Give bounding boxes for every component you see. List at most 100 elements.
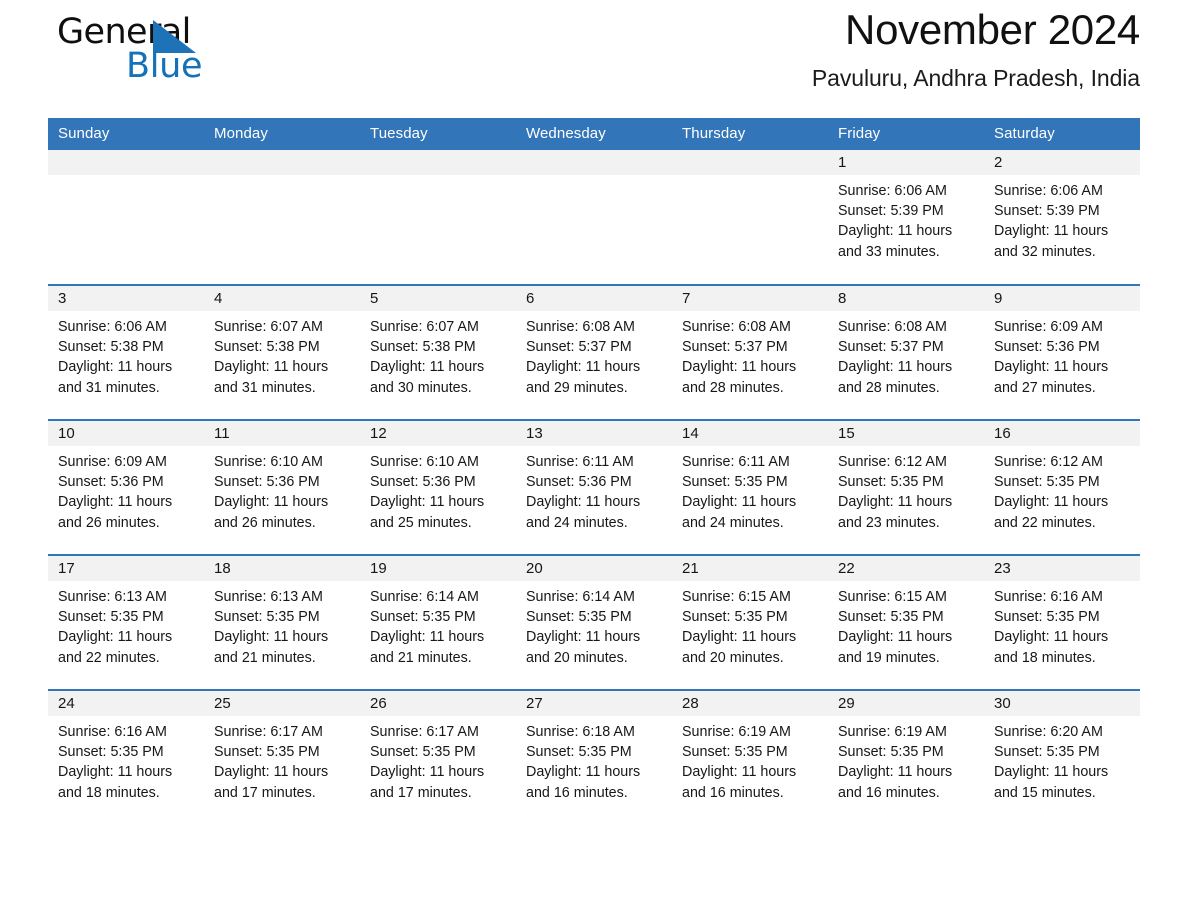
sunset-time: Sunset: 5:38 PM <box>214 339 320 356</box>
calendar-day-cell[interactable]: 8 Sunrise: 6:08 AM Sunset: 5:37 PM Daylight… <box>828 284 984 420</box>
daylight-duration-line1: Daylight: 11 hours <box>214 359 329 376</box>
day-details: Sunrise: 6:15 AM Sunset: 5:35 PM Daylight:… <box>828 581 984 668</box>
calendar-day-cell[interactable]: 26 Sunrise: 6:17 AM Sunset: 5:35 PM Dayligh… <box>360 689 516 825</box>
weekday-header-thursday: Thursday <box>672 118 828 150</box>
sunset-time: Sunset: 5:38 PM <box>370 339 476 356</box>
calendar-day-cell[interactable]: 10 Sunrise: 6:09 AM Sunset: 5:36 PM Dayligh… <box>48 419 204 555</box>
sunrise-time: Sunrise: 6:08 AM <box>682 319 791 335</box>
calendar-day-cell[interactable]: 24 Sunrise: 6:16 AM Sunset: 5:35 PM Dayligh… <box>48 689 204 825</box>
calendar-day-cell[interactable]: 18 Sunrise: 6:13 AM Sunset: 5:35 PM Dayligh… <box>204 554 360 690</box>
daylight-duration-line1: Daylight: 11 hours <box>682 494 797 511</box>
sunset-time: Sunset: 5:35 PM <box>838 744 944 761</box>
day-number: 30 <box>984 691 1140 716</box>
calendar-day-cell[interactable]: 15 Sunrise: 6:12 AM Sunset: 5:35 PM Dayligh… <box>828 419 984 555</box>
calendar-body: 1 Sunrise: 6:06 AM Sunset: 5:39 PM Daylight… <box>48 150 1140 825</box>
daylight-duration-line1: Daylight: 11 hours <box>526 764 641 781</box>
daylight-duration-line2: and 29 minutes. <box>526 379 628 396</box>
daylight-duration-line1: Daylight: 11 hours <box>838 359 953 376</box>
day-details: Sunrise: 6:08 AM Sunset: 5:37 PM Daylight:… <box>516 311 672 398</box>
day-details: Sunrise: 6:07 AM Sunset: 5:38 PM Daylight:… <box>360 311 516 398</box>
weekday-header-friday: Friday <box>828 118 984 150</box>
day-number: 20 <box>516 556 672 581</box>
calendar-day-cell[interactable]: 17 Sunrise: 6:13 AM Sunset: 5:35 PM Dayligh… <box>48 554 204 690</box>
daylight-duration-line2: and 32 minutes. <box>994 243 1096 260</box>
sunset-time: Sunset: 5:35 PM <box>58 609 164 626</box>
calendar-day-cell[interactable]: 23 Sunrise: 6:16 AM Sunset: 5:35 PM Dayligh… <box>984 554 1140 690</box>
daylight-duration-line2: and 30 minutes. <box>370 379 472 396</box>
calendar-day-cell[interactable]: 13 Sunrise: 6:11 AM Sunset: 5:36 PM Dayligh… <box>516 419 672 555</box>
sunrise-time: Sunrise: 6:06 AM <box>58 319 167 335</box>
sunrise-time: Sunrise: 6:15 AM <box>838 589 947 605</box>
sunset-time: Sunset: 5:36 PM <box>370 474 476 491</box>
calendar-page: General Blue November 2024 Pavuluru, And… <box>0 0 1188 918</box>
calendar-day-cell[interactable]: 30 Sunrise: 6:20 AM Sunset: 5:35 PM Dayligh… <box>984 689 1140 825</box>
day-number: 28 <box>672 691 828 716</box>
day-number: 23 <box>984 556 1140 581</box>
calendar-day-cell[interactable]: 6 Sunrise: 6:08 AM Sunset: 5:37 PM Daylight… <box>516 284 672 420</box>
sunset-time: Sunset: 5:35 PM <box>994 744 1100 761</box>
calendar-day-cell[interactable]: 20 Sunrise: 6:14 AM Sunset: 5:35 PM Dayligh… <box>516 554 672 690</box>
day-number: 6 <box>516 286 672 311</box>
calendar-day-cell[interactable]: 1 Sunrise: 6:06 AM Sunset: 5:39 PM Daylight… <box>828 150 984 285</box>
sunrise-time: Sunrise: 6:19 AM <box>838 724 947 740</box>
sunset-time: Sunset: 5:35 PM <box>682 474 788 491</box>
calendar-day-cell[interactable]: 14 Sunrise: 6:11 AM Sunset: 5:35 PM Dayligh… <box>672 419 828 555</box>
sunrise-time: Sunrise: 6:10 AM <box>214 454 323 470</box>
calendar-day-cell[interactable]: 12 Sunrise: 6:10 AM Sunset: 5:36 PM Dayligh… <box>360 419 516 555</box>
day-number <box>48 150 204 175</box>
calendar-day-cell[interactable]: 27 Sunrise: 6:18 AM Sunset: 5:35 PM Dayligh… <box>516 689 672 825</box>
calendar-day-cell[interactable]: 11 Sunrise: 6:10 AM Sunset: 5:36 PM Dayligh… <box>204 419 360 555</box>
sunrise-time: Sunrise: 6:08 AM <box>526 319 635 335</box>
day-number: 26 <box>360 691 516 716</box>
daylight-duration-line2: and 17 minutes. <box>214 784 316 801</box>
day-number: 18 <box>204 556 360 581</box>
calendar-day-cell[interactable]: 16 Sunrise: 6:12 AM Sunset: 5:35 PM Dayligh… <box>984 419 1140 555</box>
day-details: Sunrise: 6:16 AM Sunset: 5:35 PM Daylight:… <box>48 716 204 803</box>
calendar-day-cell[interactable]: 9 Sunrise: 6:09 AM Sunset: 5:36 PM Daylight… <box>984 284 1140 420</box>
day-number: 10 <box>48 421 204 446</box>
day-details: Sunrise: 6:10 AM Sunset: 5:36 PM Daylight:… <box>360 446 516 533</box>
daylight-duration-line2: and 24 minutes. <box>682 514 784 531</box>
calendar-day-cell[interactable]: 29 Sunrise: 6:19 AM Sunset: 5:35 PM Dayligh… <box>828 689 984 825</box>
calendar-day-cell[interactable]: 21 Sunrise: 6:15 AM Sunset: 5:35 PM Dayligh… <box>672 554 828 690</box>
day-number: 25 <box>204 691 360 716</box>
calendar-day-cell[interactable]: 5 Sunrise: 6:07 AM Sunset: 5:38 PM Daylight… <box>360 284 516 420</box>
sunrise-time: Sunrise: 6:09 AM <box>58 454 167 470</box>
daylight-duration-line1: Daylight: 11 hours <box>58 359 173 376</box>
sunset-time: Sunset: 5:35 PM <box>370 609 476 626</box>
calendar-day-cell[interactable]: 3 Sunrise: 6:06 AM Sunset: 5:38 PM Daylight… <box>48 284 204 420</box>
sunset-time: Sunset: 5:35 PM <box>370 744 476 761</box>
day-number: 9 <box>984 286 1140 311</box>
general-blue-logo[interactable]: General Blue <box>48 12 308 96</box>
sunrise-time: Sunrise: 6:12 AM <box>838 454 947 470</box>
weekday-header-wednesday: Wednesday <box>516 118 672 150</box>
daylight-duration-line1: Daylight: 11 hours <box>682 764 797 781</box>
day-details <box>516 175 672 181</box>
day-details: Sunrise: 6:18 AM Sunset: 5:35 PM Daylight:… <box>516 716 672 803</box>
day-number: 4 <box>204 286 360 311</box>
sunset-time: Sunset: 5:39 PM <box>838 203 944 220</box>
calendar-day-cell[interactable]: 25 Sunrise: 6:17 AM Sunset: 5:35 PM Dayligh… <box>204 689 360 825</box>
sunrise-time: Sunrise: 6:06 AM <box>994 183 1103 199</box>
calendar-day-cell[interactable]: 28 Sunrise: 6:19 AM Sunset: 5:35 PM Dayligh… <box>672 689 828 825</box>
daylight-duration-line1: Daylight: 11 hours <box>838 494 953 511</box>
calendar-day-cell[interactable]: 4 Sunrise: 6:07 AM Sunset: 5:38 PM Daylight… <box>204 284 360 420</box>
daylight-duration-line1: Daylight: 11 hours <box>526 359 641 376</box>
calendar-day-cell[interactable]: 22 Sunrise: 6:15 AM Sunset: 5:35 PM Dayligh… <box>828 554 984 690</box>
day-number: 12 <box>360 421 516 446</box>
daylight-duration-line1: Daylight: 11 hours <box>214 494 329 511</box>
sunset-time: Sunset: 5:37 PM <box>682 339 788 356</box>
sunrise-time: Sunrise: 6:17 AM <box>370 724 479 740</box>
sunrise-time: Sunrise: 6:19 AM <box>682 724 791 740</box>
calendar-day-cell[interactable]: 2 Sunrise: 6:06 AM Sunset: 5:39 PM Daylight… <box>984 150 1140 285</box>
weekday-header-sunday: Sunday <box>48 118 204 150</box>
sunrise-time: Sunrise: 6:17 AM <box>214 724 323 740</box>
day-details: Sunrise: 6:08 AM Sunset: 5:37 PM Daylight:… <box>672 311 828 398</box>
sunset-time: Sunset: 5:35 PM <box>838 474 944 491</box>
weekday-header-tuesday: Tuesday <box>360 118 516 150</box>
daylight-duration-line1: Daylight: 11 hours <box>370 494 485 511</box>
calendar-day-cell[interactable]: 19 Sunrise: 6:14 AM Sunset: 5:35 PM Dayligh… <box>360 554 516 690</box>
sunset-time: Sunset: 5:35 PM <box>838 609 944 626</box>
calendar-day-cell[interactable]: 7 Sunrise: 6:08 AM Sunset: 5:37 PM Daylight… <box>672 284 828 420</box>
day-details: Sunrise: 6:17 AM Sunset: 5:35 PM Daylight:… <box>204 716 360 803</box>
